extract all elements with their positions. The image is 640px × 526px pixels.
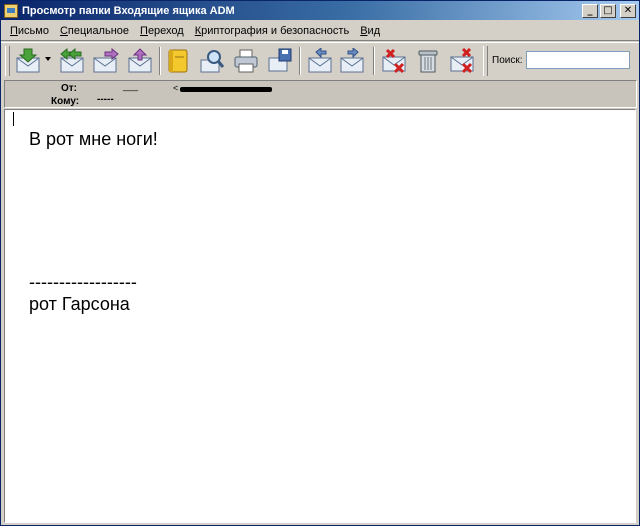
minimize-button[interactable]: _ (582, 3, 598, 18)
menu-special[interactable]: Специальное (54, 25, 134, 37)
menu-letter-label: исьмо (17, 25, 49, 37)
from-name[interactable]: ___ (123, 81, 138, 91)
trash-button[interactable] (415, 48, 441, 74)
toolbar-separator (159, 47, 161, 75)
print-button[interactable] (233, 48, 259, 74)
envelope-download-icon (16, 48, 40, 73)
reply-all-button[interactable] (59, 47, 85, 74)
signature-separator: ------------------ (29, 272, 137, 292)
address-book-icon (168, 49, 188, 73)
menu-letter-accesskey: П (10, 25, 18, 37)
menu-go[interactable]: Переход (134, 25, 189, 37)
get-mail-button[interactable] (15, 48, 41, 74)
address-book-button[interactable] (165, 48, 191, 74)
printer-icon (234, 49, 258, 73)
envelope-search-icon (200, 50, 225, 73)
menu-crypto[interactable]: Криптография и безопасность (189, 25, 354, 37)
message-body[interactable]: В рот мне ноги! ------------------ рот Г… (4, 109, 636, 523)
message-text: В рот мне ноги! (29, 129, 158, 149)
from-address[interactable]: < (173, 83, 178, 93)
close-button[interactable]: ✕ (620, 3, 636, 18)
previous-button[interactable] (307, 46, 333, 74)
menu-divider (1, 40, 639, 41)
from-label: От: (61, 83, 78, 94)
menu-special-accesskey: С (59, 25, 68, 37)
menu-view[interactable]: Вид (354, 25, 385, 37)
toolbar-grip[interactable] (5, 46, 10, 76)
toolbar-grip[interactable] (483, 46, 488, 76)
to-value[interactable]: ----- (97, 94, 114, 105)
message-header: От: ___ < Кому: ----- (4, 80, 637, 108)
next-button[interactable] (339, 46, 365, 74)
chevron-down-icon[interactable] (45, 57, 51, 61)
search-label: Поиск: (492, 55, 523, 66)
move-button[interactable] (127, 48, 153, 74)
signature-text: рот Гарсона (29, 294, 130, 314)
maximize-button[interactable]: □ (600, 3, 616, 18)
redaction-mark (180, 87, 272, 92)
junk-button[interactable] (449, 47, 475, 74)
envelope-next-icon (340, 46, 364, 73)
mail-viewer-window: Просмотр папки Входящие ящика ADM _ □ ✕ … (0, 0, 640, 526)
to-label: Кому: (51, 96, 80, 107)
title-bar[interactable]: Просмотр папки Входящие ящика ADM _ □ ✕ (1, 1, 639, 20)
menu-go-accesskey: П (140, 25, 148, 37)
menu-view-accesskey: В (360, 25, 368, 37)
envelope-forward-icon (93, 47, 119, 73)
menu-bar: Письмо Специальное Переход Криптография … (4, 22, 385, 40)
toolbar-separator (373, 47, 375, 75)
save-button[interactable] (267, 48, 293, 74)
envelope-reply-all-icon (60, 47, 84, 73)
app-icon (4, 3, 18, 18)
forward-button[interactable] (93, 47, 119, 74)
envelope-save-icon (268, 48, 292, 72)
menu-view-label: ид (367, 25, 381, 37)
menu-go-label: ереход (147, 25, 184, 37)
text-caret (13, 112, 14, 126)
envelope-delete-icon (382, 48, 406, 74)
envelope-cancel-icon (450, 47, 474, 74)
trash-icon (418, 50, 438, 73)
menu-letter[interactable]: Письмо (4, 25, 54, 37)
toolbar-separator (299, 47, 301, 75)
search-input[interactable] (526, 51, 630, 69)
envelope-inbox-icon (128, 48, 152, 73)
delete-button[interactable] (381, 48, 407, 74)
menu-special-label: пециальное (67, 25, 130, 37)
window-title: Просмотр папки Входящие ящика ADM (22, 4, 235, 17)
menu-crypto-label: риптография и безопасность (201, 25, 350, 37)
find-button[interactable] (199, 48, 225, 74)
envelope-previous-icon (308, 46, 332, 73)
